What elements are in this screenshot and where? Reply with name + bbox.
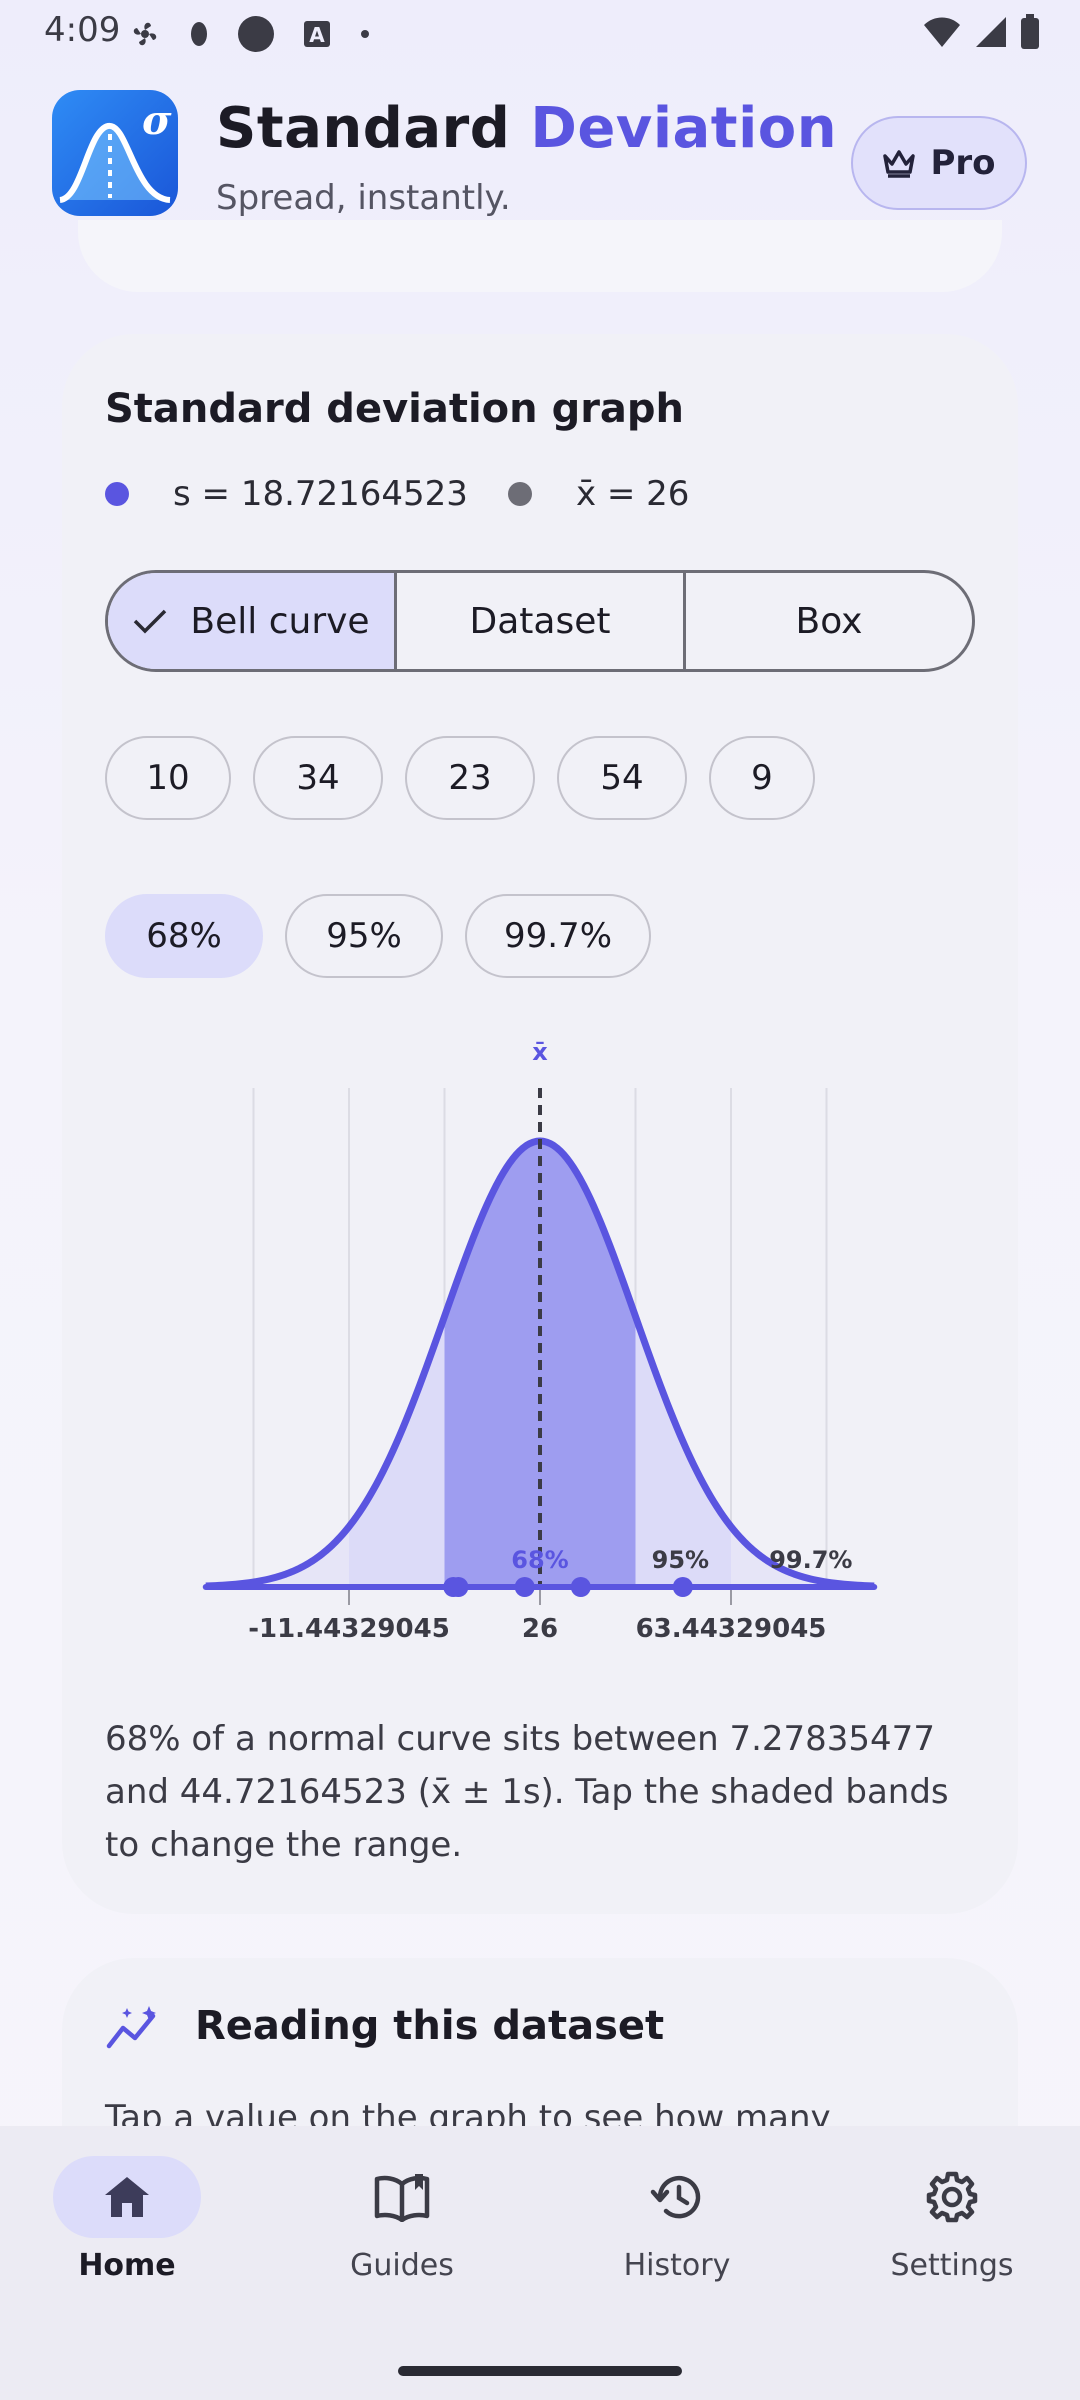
- tick-label: 26: [522, 1614, 558, 1644]
- battery-icon: [1021, 14, 1039, 49]
- value-chips: 10 34 23 54 9: [105, 736, 815, 820]
- band-label: 99.7%: [769, 1546, 852, 1574]
- app-title: Standard Deviation: [216, 96, 838, 161]
- app-logo: σ: [52, 90, 178, 216]
- status-bar: 4:09 A: [0, 0, 1080, 64]
- graph-type-segmented-control: Bell curve Dataset Box: [105, 570, 975, 672]
- svg-text:σ: σ: [142, 97, 172, 144]
- band-label: 68%: [511, 1546, 568, 1574]
- record-icon: [238, 16, 274, 52]
- svg-text:A: A: [309, 23, 325, 47]
- nav-label: Guides: [350, 2248, 454, 2283]
- graph-card-title: Standard deviation graph: [105, 386, 685, 432]
- legend-label-mean: x̄ = 26: [575, 474, 690, 514]
- mean-marker-label: x̄: [532, 1038, 548, 1066]
- nav-label: History: [623, 2248, 731, 2283]
- insights-icon: [106, 2006, 156, 2049]
- reading-card-title: Reading this dataset: [195, 2003, 665, 2049]
- nav-label: Settings: [890, 2248, 1014, 2283]
- history-icon: [650, 2175, 701, 2219]
- range-chips: 68% 95% 99.7%: [105, 894, 651, 978]
- legend-label-sd: s = 18.72164523: [173, 474, 468, 514]
- book-icon: [374, 2174, 430, 2222]
- app-subtitle: Spread, instantly.: [216, 178, 511, 218]
- bottom-navigation: Home Guides History Settings: [0, 2126, 1080, 2400]
- range-chip-99-7[interactable]: 99.7%: [465, 894, 651, 978]
- nav-label: Home: [78, 2248, 176, 2283]
- nav-item-history[interactable]: History: [577, 2156, 777, 2283]
- status-notification-icons: A: [128, 14, 372, 54]
- value-chip[interactable]: 34: [253, 736, 383, 820]
- wifi-icon: [924, 17, 960, 47]
- font-icon: A: [304, 21, 330, 47]
- nav-item-home[interactable]: Home: [27, 2156, 227, 2283]
- band-label: 95%: [652, 1546, 709, 1574]
- gear-icon: [926, 2171, 978, 2223]
- value-chip[interactable]: 23: [405, 736, 535, 820]
- range-chip-68[interactable]: 68%: [105, 894, 263, 978]
- check-icon: [134, 609, 167, 634]
- segment-label: Dataset: [469, 600, 611, 642]
- legend-dot-sd: [105, 482, 129, 506]
- value-chip[interactable]: 9: [709, 736, 815, 820]
- segment-bell-curve[interactable]: Bell curve: [108, 573, 397, 669]
- pro-button[interactable]: Pro: [851, 116, 1027, 210]
- tick-label: 63.44329045: [636, 1614, 827, 1644]
- legend-dot-mean: [507, 482, 532, 506]
- segment-label: Bell curve: [190, 600, 370, 642]
- bell-curve-chart[interactable]: x̄ 68% 95% 99.7% -11.44329045 26 63.44329045: [105, 1025, 975, 1665]
- nav-item-settings[interactable]: Settings: [852, 2156, 1052, 2283]
- graph-legend: s = 18.72164523 x̄ = 26: [105, 474, 689, 514]
- segment-dataset[interactable]: Dataset: [397, 573, 686, 669]
- segment-label: Box: [795, 600, 863, 642]
- home-indicator: [398, 2366, 682, 2376]
- range-chip-95[interactable]: 95%: [285, 894, 443, 978]
- crown-icon: [883, 150, 916, 178]
- status-time: 4:09: [44, 10, 121, 50]
- graph-caption: 68% of a normal curve sits between 7.278…: [105, 1719, 949, 1865]
- status-system-icons: [922, 14, 1040, 50]
- signal-icon: [976, 17, 1006, 47]
- segment-box[interactable]: Box: [686, 573, 972, 669]
- value-chip[interactable]: 10: [105, 736, 231, 820]
- bell-curve-logo-icon: σ: [59, 97, 172, 203]
- pro-label: Pro: [930, 143, 996, 183]
- tick-label: -11.44329045: [248, 1614, 450, 1644]
- more-dot-icon: [361, 30, 369, 38]
- data-saver-icon: [191, 22, 207, 46]
- value-chip[interactable]: 54: [557, 736, 687, 820]
- nav-item-guides[interactable]: Guides: [302, 2156, 502, 2283]
- fan-icon: [133, 22, 157, 46]
- previous-card-edge: [78, 220, 1002, 292]
- home-icon: [105, 2177, 149, 2217]
